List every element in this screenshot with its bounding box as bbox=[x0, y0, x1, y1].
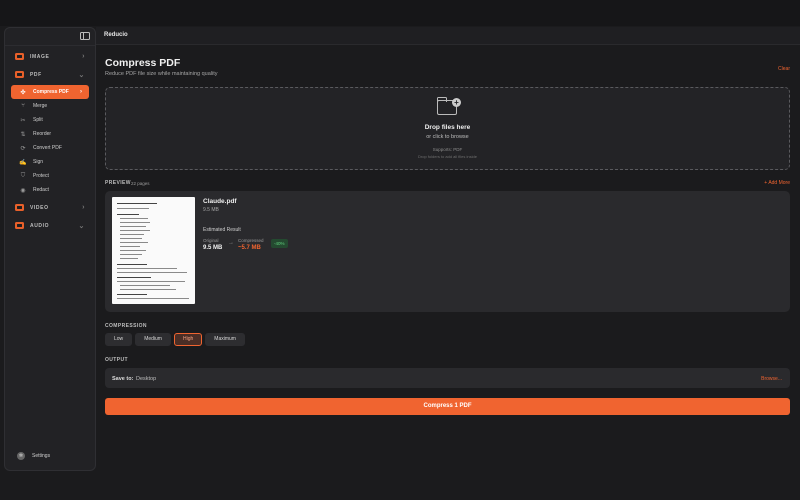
compression-maximum-button[interactable]: Maximum bbox=[205, 333, 245, 346]
chevron-down-icon: ⌄ bbox=[78, 71, 85, 79]
settings-button[interactable]: ✲ Settings bbox=[11, 449, 56, 463]
preview-section-label: PREVIEW bbox=[105, 180, 131, 186]
settings-label: Settings bbox=[32, 453, 51, 459]
plus-icon: + bbox=[452, 98, 461, 107]
sidebar-item-label: Convert PDF bbox=[33, 145, 62, 151]
compression-high-button[interactable]: High bbox=[173, 333, 203, 346]
sidebar-item-split[interactable]: ✂ Split bbox=[11, 113, 89, 127]
sidebar-section-pdf[interactable]: PDF ⌄ bbox=[11, 67, 89, 82]
sidebar: IMAGE › PDF ⌄ ✣ Compress PDF › ⑂ Merge ✂… bbox=[4, 27, 96, 471]
compression-section-label: COMPRESSION bbox=[105, 323, 147, 329]
dropzone-supported-formats: Supports: PDF bbox=[432, 147, 463, 152]
sidebar-section-label: VIDEO bbox=[30, 204, 49, 211]
merge-icon: ⑂ bbox=[21, 103, 25, 109]
sidebar-section-label: AUDIO bbox=[30, 222, 50, 229]
sidebar-header bbox=[5, 28, 95, 46]
dropzone-title: Drop files here bbox=[424, 124, 471, 131]
window-top-bar bbox=[0, 0, 800, 26]
save-to-label: Save to: bbox=[112, 375, 134, 382]
browse-button[interactable]: Browse... bbox=[761, 376, 782, 382]
sidebar-item-reorder[interactable]: ⇅ Reorder bbox=[11, 127, 89, 141]
sidebar-item-label: Protect bbox=[33, 173, 49, 179]
pdf-thumbnail[interactable] bbox=[112, 197, 195, 304]
audio-icon bbox=[15, 222, 24, 229]
sidebar-item-label: Merge bbox=[33, 103, 48, 109]
reduction-badge: -40% bbox=[271, 239, 288, 248]
compression-low-button[interactable]: Low bbox=[105, 333, 133, 346]
sidebar-item-label: Redact bbox=[33, 187, 49, 193]
file-dropzone[interactable]: + Drop files here or click to browse Sup… bbox=[105, 87, 790, 170]
clear-button[interactable]: Clear bbox=[778, 66, 790, 72]
app-title: Reducio bbox=[104, 32, 128, 38]
page-title: Compress PDF bbox=[105, 57, 181, 69]
sidebar-item-sign[interactable]: ✍ Sign bbox=[11, 155, 89, 169]
sidebar-section-label: IMAGE bbox=[30, 53, 50, 60]
compression-medium-button[interactable]: Medium bbox=[135, 333, 171, 346]
sidebar-toggle-icon[interactable] bbox=[80, 32, 90, 40]
sidebar-item-convert-pdf[interactable]: ⟳ Convert PDF bbox=[11, 141, 89, 155]
signature-icon: ✍ bbox=[19, 159, 27, 166]
compressed-size-label: Compressed bbox=[238, 238, 264, 243]
chevron-right-icon: › bbox=[80, 89, 82, 95]
reorder-icon: ⇅ bbox=[20, 131, 26, 138]
sidebar-item-label: Reorder bbox=[33, 131, 52, 137]
sidebar-section-image[interactable]: IMAGE › bbox=[11, 49, 89, 64]
save-to-value: Desktop bbox=[136, 375, 157, 382]
title-bar: Reducio bbox=[96, 27, 800, 45]
chevron-down-icon: ⌄ bbox=[78, 222, 85, 230]
chevron-right-icon: › bbox=[82, 53, 85, 60]
pdf-icon bbox=[15, 71, 24, 78]
gear-icon: ✲ bbox=[17, 452, 25, 460]
compress-button[interactable]: Compress 1 PDF bbox=[105, 398, 790, 415]
sidebar-item-protect[interactable]: ⛉ Protect bbox=[11, 169, 89, 183]
sidebar-item-merge[interactable]: ⑂ Merge bbox=[11, 99, 89, 113]
original-size-label: Original bbox=[203, 238, 219, 243]
original-size-value: 9.5 MB bbox=[203, 244, 223, 251]
convert-icon: ⟳ bbox=[20, 145, 26, 152]
sidebar-item-label: Compress PDF bbox=[33, 89, 69, 95]
shield-icon: ⛉ bbox=[20, 172, 26, 179]
sidebar-section-audio[interactable]: AUDIO ⌄ bbox=[11, 218, 89, 233]
file-name: Claude.pdf bbox=[203, 198, 237, 205]
sidebar-item-label: Split bbox=[33, 117, 43, 123]
compression-level-selector: Low Medium High Maximum bbox=[105, 333, 245, 346]
file-size: 9.5 MB bbox=[203, 207, 219, 213]
eye-icon: ◉ bbox=[20, 187, 26, 194]
image-icon bbox=[15, 53, 24, 60]
dropzone-subtitle: or click to browse bbox=[426, 134, 469, 140]
scissors-icon: ✂ bbox=[20, 117, 26, 124]
chevron-right-icon: › bbox=[82, 204, 85, 211]
arrow-right-icon: → bbox=[228, 240, 234, 246]
sidebar-item-label: Sign bbox=[33, 159, 44, 165]
sidebar-section-label: PDF bbox=[30, 71, 42, 78]
estimated-result-label: Estimated Result bbox=[203, 227, 241, 233]
main-content: Compress PDF Reduce PDF file size while … bbox=[96, 45, 800, 500]
compress-icon: ✣ bbox=[20, 89, 26, 96]
sidebar-item-redact[interactable]: ◉ Redact bbox=[11, 183, 89, 197]
add-more-button[interactable]: + Add More bbox=[764, 180, 790, 186]
video-icon bbox=[15, 204, 24, 211]
preview-card: Claude.pdf 9.5 MB Estimated Result Origi… bbox=[105, 191, 790, 312]
dropzone-note: Drop folders to add all files inside bbox=[418, 154, 477, 159]
sidebar-section-video[interactable]: VIDEO › bbox=[11, 200, 89, 215]
compressed-size-value: ~5.7 MB bbox=[238, 244, 261, 251]
page-subtitle: Reduce PDF file size while maintaining q… bbox=[105, 71, 218, 77]
sidebar-item-compress-pdf[interactable]: ✣ Compress PDF › bbox=[11, 85, 89, 99]
page-count: 22 pages bbox=[131, 180, 150, 186]
save-location-row: Save to: Desktop Browse... bbox=[105, 368, 790, 388]
output-section-label: OUTPUT bbox=[105, 357, 128, 363]
